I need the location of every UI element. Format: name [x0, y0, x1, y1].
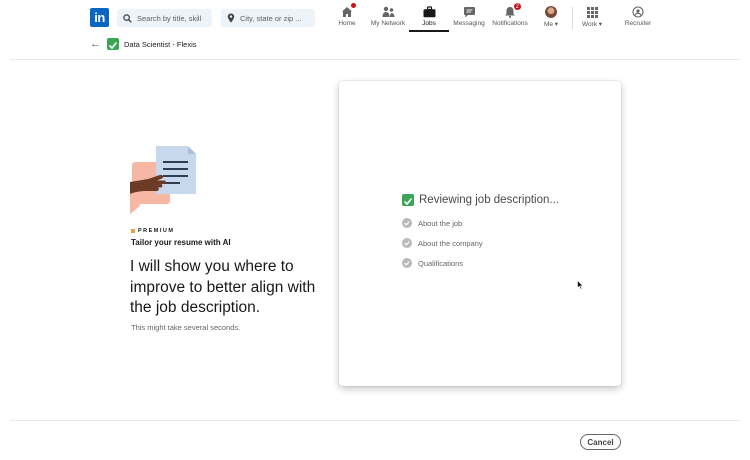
nav-my-network[interactable]: My Network	[369, 5, 407, 32]
review-status: Reviewing job description...	[402, 194, 559, 206]
nav-home-label: Home	[338, 20, 356, 27]
status-text: Reviewing job description...	[419, 194, 559, 206]
check-circle-icon	[402, 218, 412, 228]
nav-jobs[interactable]: Jobs	[413, 5, 445, 32]
nav-recruiter-label: Recruiter	[624, 20, 652, 27]
keyword-search-box[interactable]	[117, 9, 212, 27]
check-circle-icon	[402, 238, 412, 248]
nav-work[interactable]: Work ▾	[578, 5, 606, 32]
nav-work-label: Work ▾	[581, 21, 603, 28]
wait-hint: This might take several seconds.	[131, 323, 241, 332]
step-label: Qualifications	[418, 258, 464, 268]
network-icon	[382, 6, 394, 17]
check-circle-icon	[402, 258, 412, 268]
nav-my-network-label: My Network	[370, 20, 406, 27]
location-pin-icon	[227, 13, 235, 23]
status-check-icon	[402, 194, 414, 206]
step-item: Qualifications	[402, 258, 463, 268]
search-icon	[123, 13, 132, 23]
nav-me-label: Me ▾	[543, 21, 559, 28]
location-search-box[interactable]	[221, 9, 315, 27]
grid-icon	[586, 7, 598, 18]
keyword-search-input[interactable]	[137, 13, 212, 23]
nav-messaging[interactable]: Messaging	[452, 5, 486, 32]
step-item: About the company	[402, 238, 483, 248]
nav-home[interactable]: Home	[336, 2, 358, 32]
feature-title: Tailor your resume with AI	[131, 238, 231, 247]
notifications-count-badge: 2	[512, 2, 522, 11]
nav-divider	[572, 7, 573, 29]
location-search-input[interactable]	[240, 13, 315, 23]
nav-messaging-label: Messaging	[453, 20, 485, 27]
active-tab-indicator	[409, 30, 449, 32]
checkmark-icon	[108, 41, 118, 50]
avatar	[545, 6, 557, 18]
recruiter-icon	[632, 6, 644, 18]
home-notification-dot	[350, 2, 357, 9]
mouse-cursor-icon	[577, 277, 584, 295]
top-navigation: in Home My N	[0, 0, 750, 34]
nav-recruiter[interactable]: Recruiter	[622, 5, 654, 32]
premium-badge: PREMIUM	[131, 228, 174, 234]
premium-icon	[131, 229, 135, 233]
headline: I will show you where to improve to bett…	[130, 258, 316, 316]
divider	[10, 59, 740, 60]
job-title[interactable]: Data Scientist - Flexis	[124, 40, 197, 49]
resume-illustration	[130, 146, 198, 219]
nav-notifications[interactable]: 2 Notifications	[491, 2, 529, 32]
back-arrow-icon[interactable]: ←	[90, 38, 101, 50]
linkedin-logo[interactable]: in	[90, 8, 109, 27]
nav-me[interactable]: Me ▾	[540, 5, 562, 32]
nav-notifications-label: Notifications	[492, 20, 528, 27]
cancel-button[interactable]: Cancel	[580, 434, 621, 450]
company-logo	[107, 38, 119, 50]
premium-label: PREMIUM	[138, 228, 175, 234]
step-item: About the job	[402, 218, 462, 228]
footer-divider	[10, 420, 740, 421]
briefcase-icon	[423, 6, 435, 18]
progress-card	[339, 81, 621, 386]
step-label: About the job	[418, 218, 463, 228]
nav-jobs-label: Jobs	[422, 20, 436, 27]
messaging-icon	[463, 7, 475, 18]
step-label: About the company	[418, 238, 483, 248]
